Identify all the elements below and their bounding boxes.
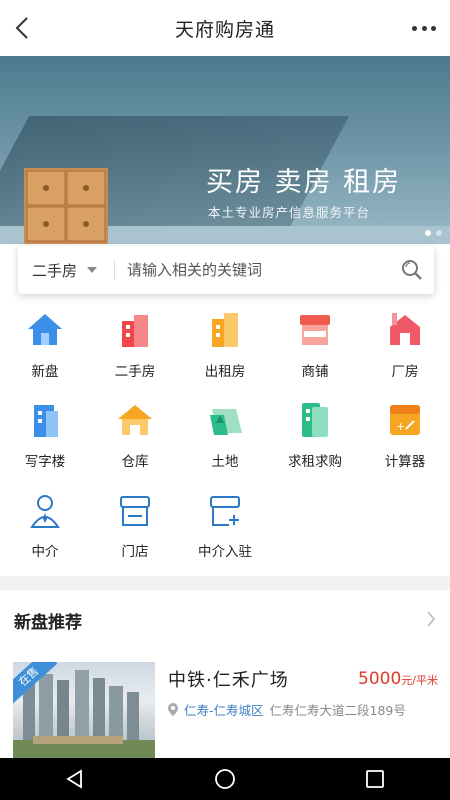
banner-pagination — [425, 230, 442, 236]
section-title: 新盘推荐 — [14, 612, 82, 633]
house-icon — [25, 310, 65, 350]
category-label: 中介入驻 — [198, 544, 252, 560]
category-label: 土地 — [211, 454, 239, 470]
page-title: 天府购房通 — [174, 18, 275, 41]
search-input[interactable] — [127, 261, 390, 279]
category-factory[interactable]: 厂房 — [360, 310, 450, 390]
category-agent[interactable]: 中介 — [0, 490, 90, 570]
category-label: 商铺 — [301, 364, 329, 380]
banner-headline: 买房 卖房 租房 — [206, 167, 402, 198]
category-store[interactable]: 门店 — [90, 490, 180, 570]
search-bar: 二手房 — [18, 246, 434, 294]
more-dots-icon[interactable] — [412, 18, 436, 38]
land-icon — [205, 400, 245, 440]
property-price: 5000元/平米 — [358, 669, 438, 689]
search-type-select[interactable]: 二手房 — [18, 260, 112, 281]
property-street: 仁寿仁寿大道二段189号 — [269, 703, 406, 718]
search-type-label: 二手房 — [32, 261, 78, 280]
cabinet-illustration — [24, 168, 108, 244]
section-divider — [0, 576, 450, 590]
triangle-back-icon[interactable] — [50, 758, 100, 800]
price-value: 5000 — [358, 669, 402, 689]
system-nav-bar — [0, 758, 450, 800]
price-unit: 元/平米 — [401, 674, 438, 687]
chevron-right-icon[interactable] — [426, 610, 436, 632]
pagination-dot[interactable] — [436, 230, 442, 236]
category-warehouse[interactable]: 仓库 — [90, 400, 180, 480]
category-label: 厂房 — [391, 364, 419, 380]
calculator-icon: + — [385, 400, 425, 440]
pagination-dot[interactable] — [425, 230, 431, 236]
property-area: 仁寿-仁寿城区 — [184, 703, 264, 718]
category-land[interactable]: 土地 — [180, 400, 270, 480]
category-label: 计算器 — [384, 454, 426, 470]
shop-icon — [295, 310, 335, 350]
svg-text:+: + — [396, 420, 405, 433]
category-label: 新盘 — [31, 364, 59, 380]
category-label: 二手房 — [114, 364, 156, 380]
category-label: 门店 — [121, 544, 149, 560]
divider — [114, 260, 115, 280]
factory-icon — [385, 310, 425, 350]
promo-banner[interactable]: 买房 卖房 租房 本土专业房产信息服务平台 — [0, 56, 450, 244]
agent-join-icon — [205, 490, 245, 530]
apartment-icon — [205, 310, 245, 350]
top-bar: 天府购房通 — [0, 0, 450, 56]
category-rental[interactable]: 出租房 — [180, 310, 270, 390]
wanted-icon — [295, 400, 335, 440]
category-label: 仓库 — [121, 454, 149, 470]
category-label: 中介 — [31, 544, 59, 560]
caret-down-icon — [87, 267, 98, 273]
circle-home-icon[interactable] — [200, 758, 250, 800]
search-icon[interactable] — [390, 246, 434, 294]
category-label: 出租房 — [204, 364, 246, 380]
category-agent-join[interactable]: 中介入驻 — [180, 490, 270, 570]
property-name: 中铁·仁禾广场 — [168, 670, 289, 691]
list-item[interactable]: 在售 中铁·仁禾广场 5000元/平米 仁寿-仁寿城区 仁寿仁寿大道二段189号 — [0, 662, 450, 758]
category-label: 求租求购 — [288, 454, 342, 470]
office-building-icon — [25, 400, 65, 440]
location-pin-icon — [168, 703, 178, 716]
banner-subtitle: 本土专业房产信息服务平台 — [208, 205, 371, 220]
store-icon — [115, 490, 155, 530]
category-shops[interactable]: 商铺 — [270, 310, 360, 390]
category-calculator[interactable]: + 计算器 — [360, 400, 450, 480]
chevron-left-icon[interactable] — [8, 14, 36, 42]
new-homes-header[interactable]: 新盘推荐 — [0, 590, 450, 650]
category-label: 写字楼 — [24, 454, 66, 470]
property-address: 仁寿-仁寿城区 仁寿仁寿大道二段189号 — [168, 700, 406, 719]
category-new-homes[interactable]: 新盘 — [0, 310, 90, 390]
category-second-hand[interactable]: 二手房 — [90, 310, 180, 390]
property-photo: 在售 — [13, 662, 155, 758]
warehouse-icon — [115, 400, 155, 440]
category-office[interactable]: 写字楼 — [0, 400, 90, 480]
building-icon — [115, 310, 155, 350]
agent-icon — [25, 490, 65, 530]
square-recents-icon[interactable] — [350, 758, 400, 800]
category-wanted[interactable]: 求租求购 — [270, 400, 360, 480]
